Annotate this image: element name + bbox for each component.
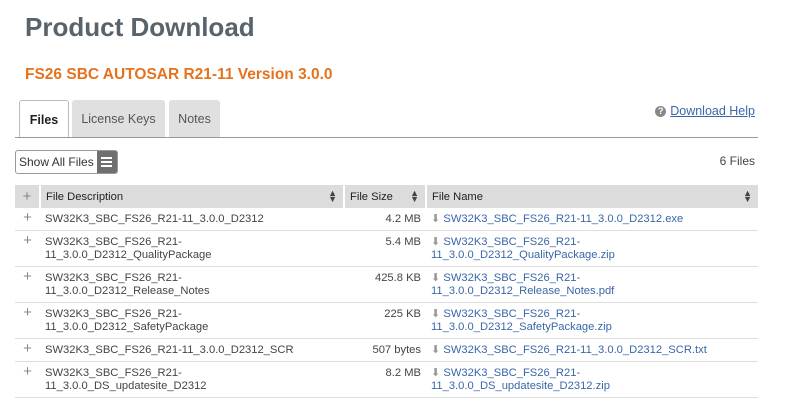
file-description: SW32K3_SBC_FS26_R21-11_3.0.0_D2312_Safet… — [40, 302, 344, 339]
menu-icon[interactable] — [96, 151, 117, 173]
file-count: 6 Files — [719, 154, 755, 168]
column-label: File Description — [46, 190, 124, 203]
file-description: SW32K3_SBC_FS26_R21-11_3.0.0_D2312_SCR — [40, 338, 344, 362]
file-description: SW32K3_SBC_FS26_R21-11_3.0.0_D2312_Quali… — [40, 230, 344, 267]
table-row: + SW32K3_SBC_FS26_R21-11_3.0.0_D2312_Rel… — [15, 266, 758, 303]
download-icon[interactable]: ⬇ — [431, 272, 440, 284]
tab-license-keys[interactable]: License Keys — [72, 100, 165, 137]
column-header-name[interactable]: File Name ▲ ▼ — [425, 185, 758, 208]
file-description: SW32K3_SBC_FS26_R21-11_3.0.0_DS_updatesi… — [40, 361, 344, 398]
expand-row-icon[interactable]: + — [15, 361, 40, 398]
column-header-description[interactable]: File Description ▲ ▼ — [39, 185, 344, 208]
table-row: + SW32K3_SBC_FS26_R21-11_3.0.0_D2312_Saf… — [15, 302, 758, 339]
show-all-files-label: Show All Files — [19, 155, 94, 169]
column-header-size[interactable]: File Size ▲ ▼ — [343, 185, 426, 208]
download-icon[interactable]: ⬇ — [431, 236, 440, 248]
table-row: + SW32K3_SBC_FS26_R21-11_3.0.0_DS_update… — [15, 361, 758, 398]
sort-icon[interactable]: ▲ ▼ — [410, 189, 419, 204]
help-icon: ? — [655, 105, 667, 117]
file-size: 8.2 MB — [344, 361, 426, 398]
download-icon[interactable]: ⬇ — [431, 308, 440, 320]
table-row: + SW32K3_SBC_FS26_R21-11_3.0.0_D2312_Qua… — [15, 230, 758, 267]
file-link[interactable]: SW32K3_SBC_FS26_R21-11_3.0.0_D2312_Relea… — [431, 272, 614, 297]
table-row: + SW32K3_SBC_FS26_R21-11_3.0.0_D2312_SCR… — [15, 338, 758, 362]
file-size: 425.8 KB — [344, 266, 426, 303]
file-size: 4.2 MB — [344, 208, 426, 231]
product-title: FS26 SBC AUTOSAR R21-11 Version 3.0.0 — [25, 66, 333, 83]
file-link[interactable]: SW32K3_SBC_FS26_R21-11_3.0.0_D2312_Safet… — [431, 308, 612, 333]
download-help[interactable]: ? Download Help — [655, 104, 755, 118]
show-all-files-button[interactable]: Show All Files — [15, 150, 118, 174]
download-help-link[interactable]: Download Help — [670, 104, 755, 118]
column-label: File Size — [350, 190, 393, 203]
download-icon[interactable]: ⬇ — [431, 344, 440, 356]
sort-icon[interactable]: ▲ ▼ — [328, 189, 337, 204]
page-title: Product Download — [25, 12, 255, 42]
sort-icon[interactable]: ▲ ▼ — [743, 189, 752, 204]
download-icon[interactable]: ⬇ — [431, 367, 440, 379]
files-table: + File Description ▲ ▼ File Size ▲ ▼ File Na… — [15, 185, 758, 398]
expand-row-icon[interactable]: + — [15, 302, 40, 339]
expand-row-icon[interactable]: + — [15, 266, 40, 303]
download-icon[interactable]: ⬇ — [431, 213, 440, 225]
file-link[interactable]: SW32K3_SBC_FS26_R21-11_3.0.0_D2312_Quali… — [431, 236, 615, 261]
file-size: 5.4 MB — [344, 230, 426, 267]
table-row: + SW32K3_SBC_FS26_R21-11_3.0.0_D2312 4.2… — [15, 208, 758, 231]
tab-files[interactable]: Files — [19, 100, 69, 138]
file-link[interactable]: SW32K3_SBC_FS26_R21-11_3.0.0_D2312_SCR.t… — [443, 344, 706, 356]
file-size: 507 bytes — [344, 338, 426, 362]
file-description: SW32K3_SBC_FS26_R21-11_3.0.0_D2312_Relea… — [40, 266, 344, 303]
file-link[interactable]: SW32K3_SBC_FS26_R21-11_3.0.0_DS_updatesi… — [431, 367, 610, 392]
expand-row-icon[interactable]: + — [15, 338, 40, 362]
file-description: SW32K3_SBC_FS26_R21-11_3.0.0_D2312 — [40, 208, 344, 231]
file-size: 225 KB — [344, 302, 426, 339]
tab-notes[interactable]: Notes — [169, 100, 220, 137]
file-link[interactable]: SW32K3_SBC_FS26_R21-11_3.0.0_D2312.exe — [443, 213, 683, 225]
expand-all-icon[interactable]: + — [15, 185, 40, 208]
column-label: File Name — [432, 190, 483, 203]
tab-divider — [15, 137, 758, 138]
expand-row-icon[interactable]: + — [15, 230, 40, 267]
expand-row-icon[interactable]: + — [15, 208, 40, 231]
